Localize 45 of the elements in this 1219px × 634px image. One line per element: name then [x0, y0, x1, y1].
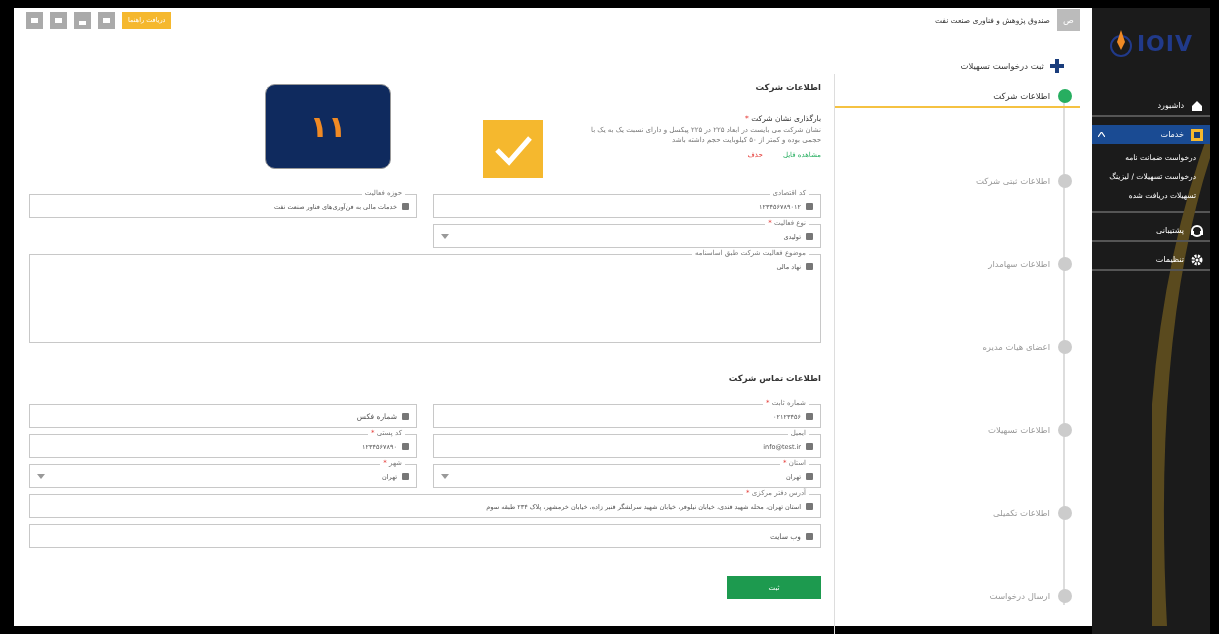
field-icon — [806, 443, 813, 450]
field-icon — [806, 203, 813, 210]
toolbar-button[interactable] — [98, 11, 115, 29]
dropdown-icon — [37, 474, 45, 479]
section-title: اطلاعات شرکت — [754, 82, 821, 95]
section-title: اطلاعات تماس شرکت — [727, 373, 821, 383]
sidebar-icon — [1190, 127, 1204, 142]
page-title: ثبت درخواست تسهیلات — [960, 61, 1044, 71]
field-icon — [402, 413, 409, 420]
field-icon — [806, 413, 813, 420]
field-icon — [402, 443, 409, 450]
field-icon — [806, 473, 813, 480]
step-dot — [1058, 89, 1072, 103]
sidebar-item[interactable]: تنظیمات — [1092, 250, 1210, 271]
step-dot — [1058, 423, 1072, 437]
sidebar-item[interactable]: خدمات — [1092, 125, 1210, 144]
field-icon — [806, 263, 813, 270]
logo-icon — [1108, 28, 1133, 58]
sidebar-icon — [1190, 223, 1204, 238]
toolbar-button[interactable] — [74, 11, 91, 29]
toolbar-button[interactable] — [50, 11, 67, 29]
toolbar-button[interactable] — [26, 11, 43, 29]
field-icon — [402, 203, 409, 210]
field-icon — [402, 473, 409, 480]
sidebar-icon — [1190, 98, 1204, 113]
sidebar-icon — [1190, 252, 1204, 267]
field-icon — [806, 503, 813, 510]
toolbar-icon — [30, 15, 39, 25]
step-dot — [1058, 257, 1072, 271]
step-item[interactable]: اطلاعات شرکت — [835, 86, 1080, 108]
field-icon — [806, 233, 813, 240]
step-dot — [1058, 174, 1072, 188]
logo-preview: ۱۱ — [265, 84, 391, 169]
field-icon — [806, 533, 813, 540]
step-dot — [1058, 589, 1072, 603]
dropdown-icon — [441, 234, 449, 239]
step-dot — [1058, 340, 1072, 354]
step-dot — [1058, 506, 1072, 520]
toolbar-icon — [102, 15, 111, 25]
logo-text: IOIV — [1136, 30, 1194, 56]
sidebar-item[interactable]: پشتیبانی — [1092, 221, 1210, 242]
dropdown-icon — [441, 474, 449, 479]
plus-icon — [1050, 59, 1064, 73]
toolbar-icon — [54, 15, 63, 25]
sidebar-item[interactable]: داشبورد — [1092, 96, 1210, 117]
